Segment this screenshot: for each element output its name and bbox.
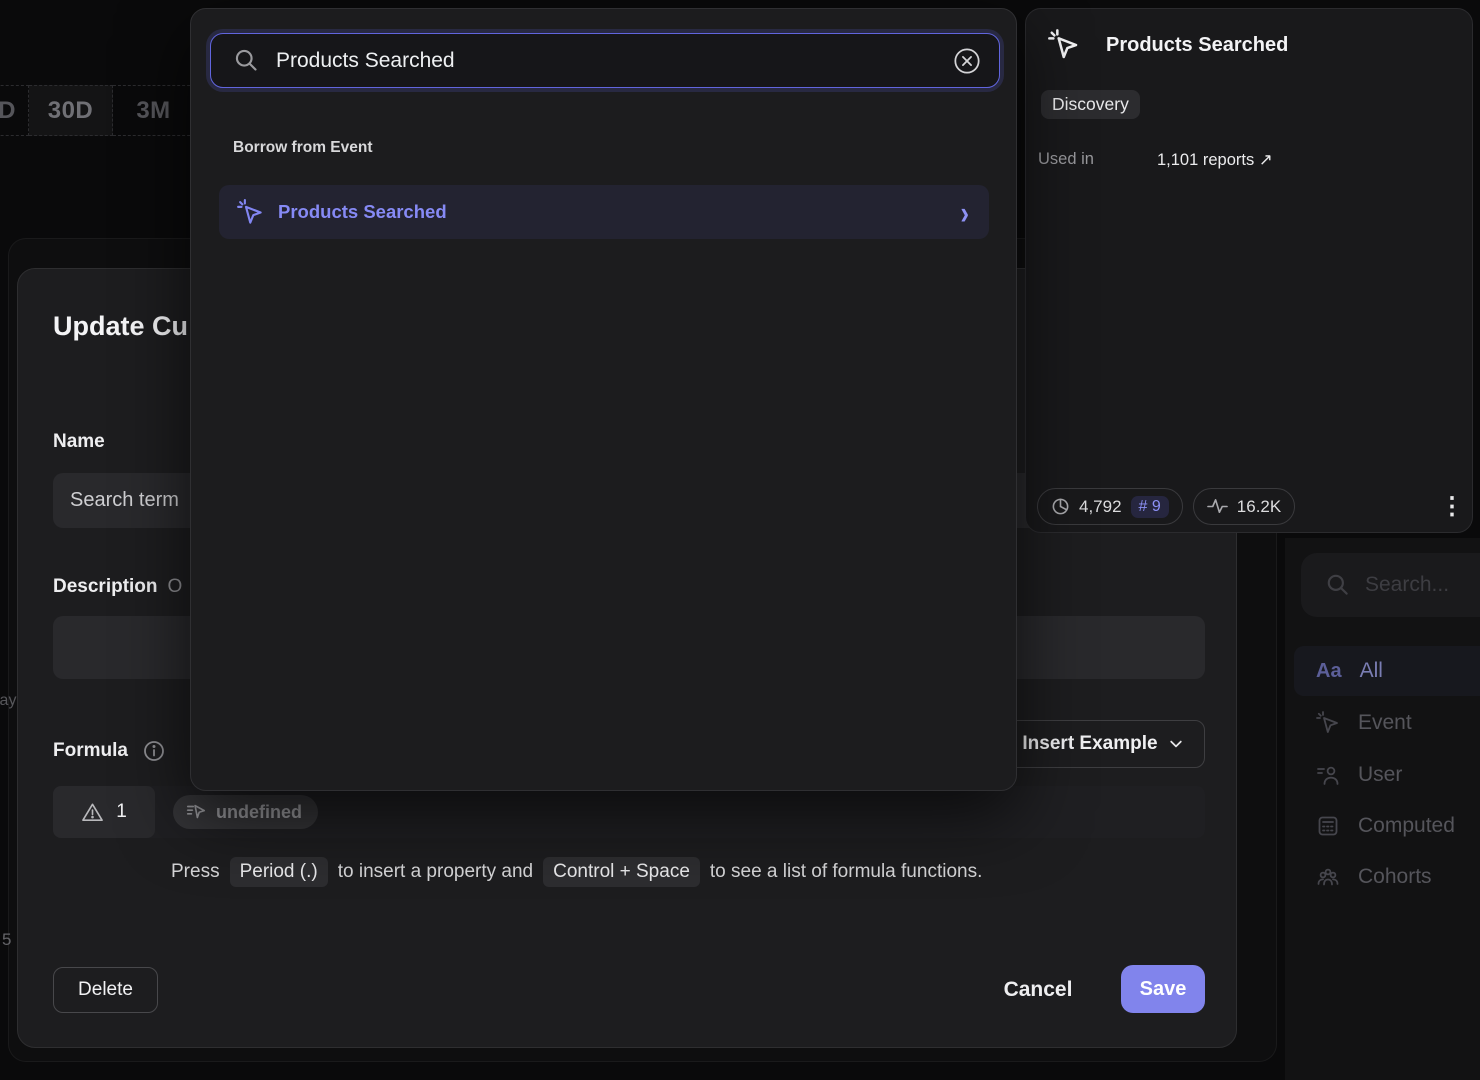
formula-input[interactable]: 1 undefined [53, 786, 1205, 838]
sidebar-filter-computed[interactable]: Computed [1294, 801, 1480, 851]
dropdown-search [210, 33, 1000, 88]
search-icon [233, 47, 260, 74]
cohorts-icon [1316, 865, 1340, 889]
activity-pulse-icon [1207, 496, 1228, 517]
event-result-label: Products Searched [278, 201, 946, 223]
computed-icon [1316, 814, 1340, 838]
insert-example-button[interactable]: Insert Example [1001, 720, 1205, 768]
time-range-segmented-control: D 30D 3M [0, 85, 195, 136]
chevron-down-icon [1168, 736, 1184, 752]
property-search-dropdown: Borrow from Event Products Searched › [190, 8, 1017, 791]
event-info-panel: Products Searched Discovery Used in 1,10… [1025, 8, 1473, 533]
time-range-30d[interactable]: 30D [29, 85, 113, 136]
sidebar-filter-user[interactable]: User [1294, 750, 1480, 800]
sidebar-filter-label: Computed [1358, 814, 1455, 838]
user-icon [1316, 763, 1340, 787]
search-icon [1325, 572, 1351, 598]
kbd-control-space: Control + Space [543, 857, 700, 887]
save-button[interactable]: Save [1121, 965, 1205, 1013]
warning-count: 1 [116, 801, 127, 823]
sidebar-filter-all[interactable]: Aa All [1294, 646, 1480, 696]
formula-helper-text: Press Period (.) to insert a property an… [171, 857, 982, 887]
info-icon[interactable] [142, 739, 166, 763]
time-range-7d[interactable]: D [0, 85, 29, 136]
background-axis-fragment: 5 [2, 930, 11, 950]
clear-search-button[interactable] [953, 47, 981, 75]
sidebar-filter-label: Cohorts [1358, 865, 1432, 889]
custom-event-icon [185, 801, 207, 823]
borrow-from-event-section-label: Borrow from Event [233, 139, 373, 157]
dropdown-search-input[interactable] [276, 49, 953, 73]
panel-title: Products Searched [1106, 34, 1288, 57]
text-type-icon: Aa [1316, 660, 1342, 683]
description-optional-fragment: O [168, 576, 183, 597]
warning-icon [81, 801, 104, 824]
modal-title: Update Cu [53, 311, 188, 342]
used-in-reports-link[interactable]: 1,101 reports ↗ [1157, 150, 1273, 170]
formula-undefined-chip[interactable]: undefined [173, 795, 318, 829]
sidebar-filter-label: User [1358, 763, 1402, 787]
stat-total-value: 16.2K [1237, 497, 1281, 517]
cancel-button[interactable]: Cancel [983, 967, 1093, 1013]
sidebar-filter-cohorts[interactable]: Cohorts [1294, 852, 1480, 902]
time-range-3m[interactable]: 3M [113, 85, 195, 136]
total-events-stat[interactable]: 16.2K [1193, 488, 1295, 525]
description-label: DescriptionO [53, 576, 182, 598]
chip-label: undefined [216, 802, 302, 823]
sidebar-filter-label: All [1360, 659, 1383, 683]
sidebar-filter-event[interactable]: Event [1294, 698, 1480, 748]
background-text-fragment: lay [0, 692, 16, 710]
event-result-products-searched[interactable]: Products Searched › [219, 185, 989, 239]
app-root: D 30D 3M lay 5 Aa All Event [0, 0, 1480, 1080]
stat-unique-value: 4,792 [1079, 497, 1122, 517]
event-icon [1316, 711, 1340, 735]
formula-warning-indicator[interactable]: 1 [53, 786, 155, 838]
kebab-menu-button[interactable]: ⋮ [1438, 490, 1466, 524]
name-label: Name [53, 431, 105, 453]
external-link-icon: ↗ [1259, 151, 1273, 169]
property-type-sidebar: Aa All Event User [1285, 538, 1480, 1080]
rank-chip: # 9 [1131, 496, 1169, 518]
pie-chart-icon [1051, 497, 1070, 516]
unique-users-stat[interactable]: 4,792 # 9 [1037, 488, 1183, 525]
kbd-period: Period (.) [230, 857, 328, 887]
event-icon [1048, 29, 1080, 61]
event-icon [237, 199, 264, 226]
formula-label: Formula [53, 739, 166, 763]
delete-button[interactable]: Delete [53, 967, 158, 1013]
chevron-right-icon: › [960, 196, 969, 229]
sidebar-filter-label: Event [1358, 711, 1412, 735]
sidebar-search[interactable] [1301, 553, 1480, 617]
sidebar-search-input[interactable] [1365, 573, 1480, 597]
category-badge: Discovery [1041, 90, 1140, 119]
used-in-label: Used in [1038, 150, 1094, 168]
